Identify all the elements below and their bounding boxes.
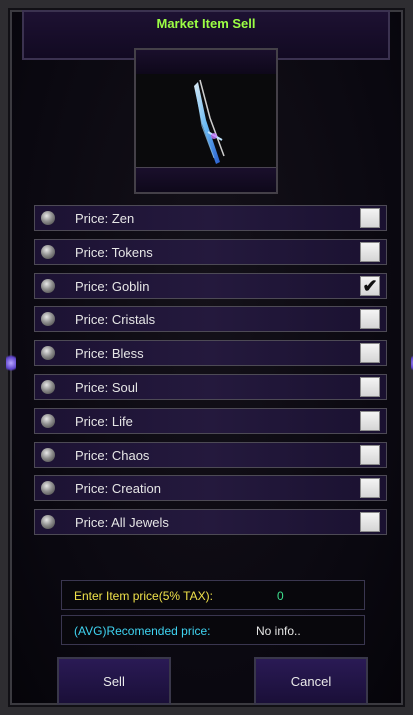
cancel-button[interactable]: Cancel — [254, 657, 368, 705]
window-title: Market Item Sell — [156, 16, 256, 31]
price-option-row[interactable]: Price: Life — [34, 408, 387, 434]
price-option-row[interactable]: Price: Zen — [34, 205, 387, 231]
jewel-orb-icon — [41, 481, 55, 495]
jewel-orb-icon — [41, 414, 55, 428]
price-entry-box[interactable]: Enter Item price(5% TAX): 0 — [61, 580, 365, 610]
price-option-row[interactable]: Price: Creation — [34, 475, 387, 501]
jewel-orb-icon — [41, 312, 55, 326]
recommended-price-label: (AVG)Recomended price: — [74, 624, 211, 638]
price-option-row[interactable]: Price: Goblin ✔ — [34, 273, 387, 299]
price-option-checkbox[interactable] — [360, 208, 380, 228]
price-option-label: Price: Tokens — [75, 245, 153, 260]
recommended-price-box: (AVG)Recomended price: No info.. — [61, 615, 365, 645]
price-option-checkbox[interactable] — [360, 512, 380, 532]
sell-button[interactable]: Sell — [57, 657, 171, 705]
price-option-label: Price: Soul — [75, 380, 138, 395]
frame-gem-left — [6, 354, 16, 372]
price-option-row[interactable]: Price: All Jewels — [34, 509, 387, 535]
price-option-row[interactable]: Price: Bless — [34, 340, 387, 366]
price-option-checkbox[interactable] — [360, 242, 380, 262]
item-preview — [134, 48, 278, 194]
jewel-orb-icon — [41, 448, 55, 462]
price-option-label: Price: Zen — [75, 211, 135, 226]
jewel-orb-icon — [41, 380, 55, 394]
price-option-row[interactable]: Price: Soul — [34, 374, 387, 400]
jewel-orb-icon — [41, 515, 55, 529]
price-option-label: Price: Goblin — [75, 279, 150, 294]
price-entry-label: Enter Item price(5% TAX): — [74, 589, 213, 603]
price-option-label: Price: Chaos — [75, 448, 150, 463]
price-option-label: Price: Bless — [75, 346, 144, 361]
jewel-orb-icon — [41, 245, 55, 259]
price-option-label: Price: Cristals — [75, 312, 156, 327]
jewel-orb-icon — [41, 346, 55, 360]
item-preview-bottom-band — [136, 167, 276, 192]
price-option-checkbox[interactable] — [360, 377, 380, 397]
price-option-row[interactable]: Price: Cristals — [34, 306, 387, 332]
jewel-orb-icon — [41, 279, 55, 293]
price-option-checkbox[interactable] — [360, 445, 380, 465]
price-option-checkbox[interactable] — [360, 411, 380, 431]
price-option-checkbox[interactable]: ✔ — [360, 276, 380, 296]
price-option-row[interactable]: Price: Tokens — [34, 239, 387, 265]
price-option-checkbox[interactable] — [360, 309, 380, 329]
price-option-label: Price: Creation — [75, 481, 161, 496]
price-option-checkbox[interactable] — [360, 343, 380, 363]
jewel-orb-icon — [41, 211, 55, 225]
price-option-row[interactable]: Price: Chaos — [34, 442, 387, 468]
recommended-price-value: No info.. — [256, 624, 301, 638]
price-option-label: Price: All Jewels — [75, 515, 169, 530]
price-option-checkbox[interactable] — [360, 478, 380, 498]
price-option-label: Price: Life — [75, 414, 133, 429]
price-entry-value[interactable]: 0 — [277, 589, 284, 603]
checkmark-icon: ✔ — [362, 276, 378, 296]
